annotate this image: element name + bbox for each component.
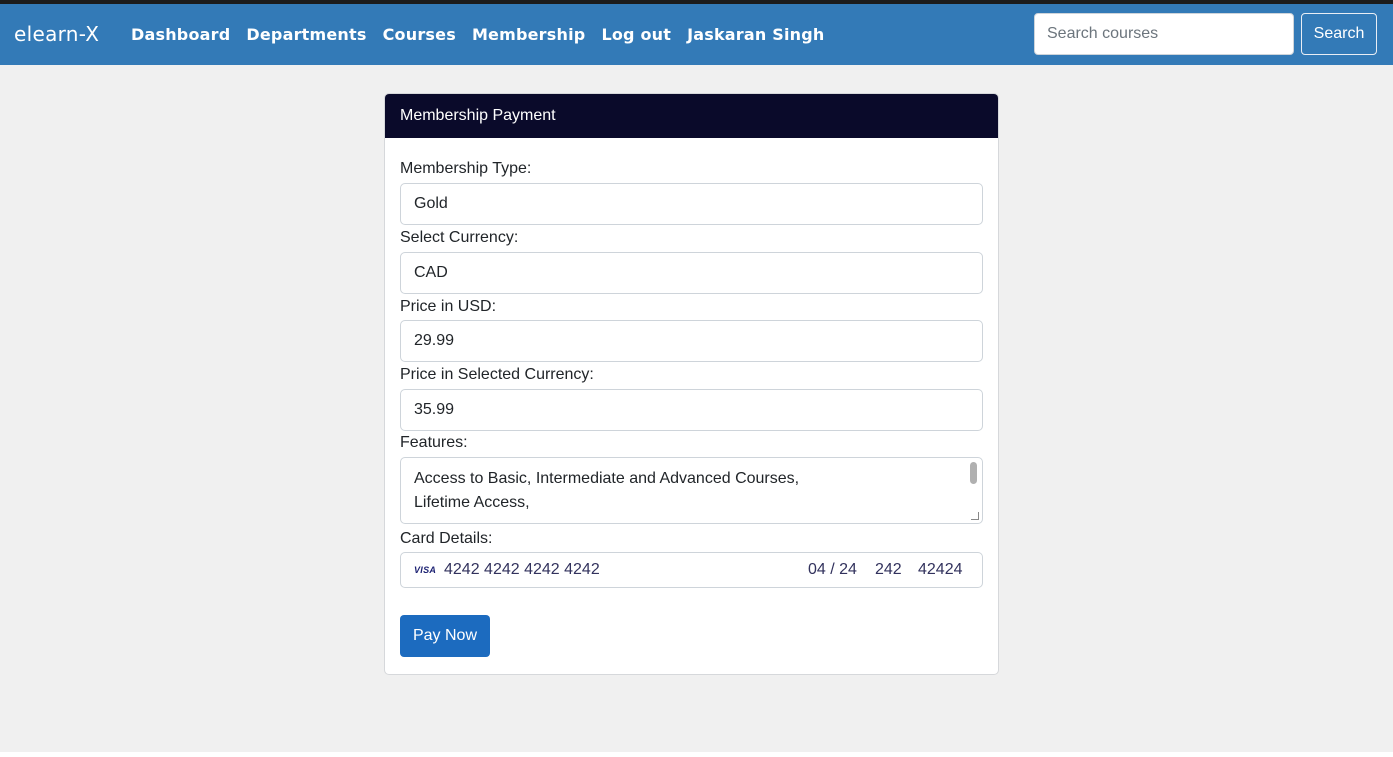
nav-link-dashboard[interactable]: Dashboard	[131, 25, 230, 44]
main-content: Membership Payment Membership Type: Gold…	[0, 65, 1393, 752]
card-details-label: Card Details:	[400, 530, 493, 547]
card-details-field[interactable]: VISA 4242 4242 4242 4242 04 / 24 242 424…	[400, 552, 983, 588]
nav-link-departments[interactable]: Departments	[246, 25, 366, 44]
membership-type-field[interactable]: Gold	[400, 183, 983, 225]
price-selected-label: Price in Selected Currency:	[400, 366, 594, 383]
price-selected-field[interactable]: 35.99	[400, 389, 983, 431]
nav-link-user[interactable]: Jaskaran Singh	[687, 25, 824, 44]
price-usd-field[interactable]: 29.99	[400, 320, 983, 362]
visa-icon: VISA	[414, 565, 437, 575]
currency-label: Select Currency:	[400, 229, 519, 246]
features-label: Features:	[400, 434, 468, 451]
membership-type-label: Membership Type:	[400, 160, 532, 177]
card-zip-input[interactable]: 42424	[918, 561, 963, 579]
scrollbar-thumb[interactable]	[970, 462, 977, 484]
resize-grip-icon[interactable]	[971, 512, 979, 520]
payment-card: Membership Payment Membership Type: Gold…	[384, 93, 999, 675]
card-number-input[interactable]: 4242 4242 4242 4242	[444, 561, 600, 579]
features-line: Access to Basic, Intermediate and Advanc…	[414, 470, 800, 487]
search-input[interactable]	[1034, 13, 1294, 55]
card-cvc-input[interactable]: 242	[875, 561, 902, 579]
features-line: Lifetime Access,	[414, 494, 530, 511]
pay-now-button[interactable]: Pay Now	[400, 615, 490, 657]
currency-field[interactable]: CAD	[400, 252, 983, 294]
nav-link-logout[interactable]: Log out	[601, 25, 671, 44]
card-expiry-input[interactable]: 04 / 24	[808, 561, 857, 579]
nav-link-membership[interactable]: Membership	[472, 25, 586, 44]
features-textarea[interactable]: Access to Basic, Intermediate and Advanc…	[400, 457, 983, 524]
nav-links: Dashboard Departments Courses Membership…	[131, 25, 841, 44]
card-header: Membership Payment	[385, 94, 998, 138]
navbar: elearn-X Dashboard Departments Courses M…	[0, 4, 1393, 65]
search-button[interactable]: Search	[1301, 13, 1377, 55]
nav-link-courses[interactable]: Courses	[383, 25, 456, 44]
price-usd-label: Price in USD:	[400, 298, 497, 315]
brand-logo[interactable]: elearn-X	[14, 22, 99, 46]
